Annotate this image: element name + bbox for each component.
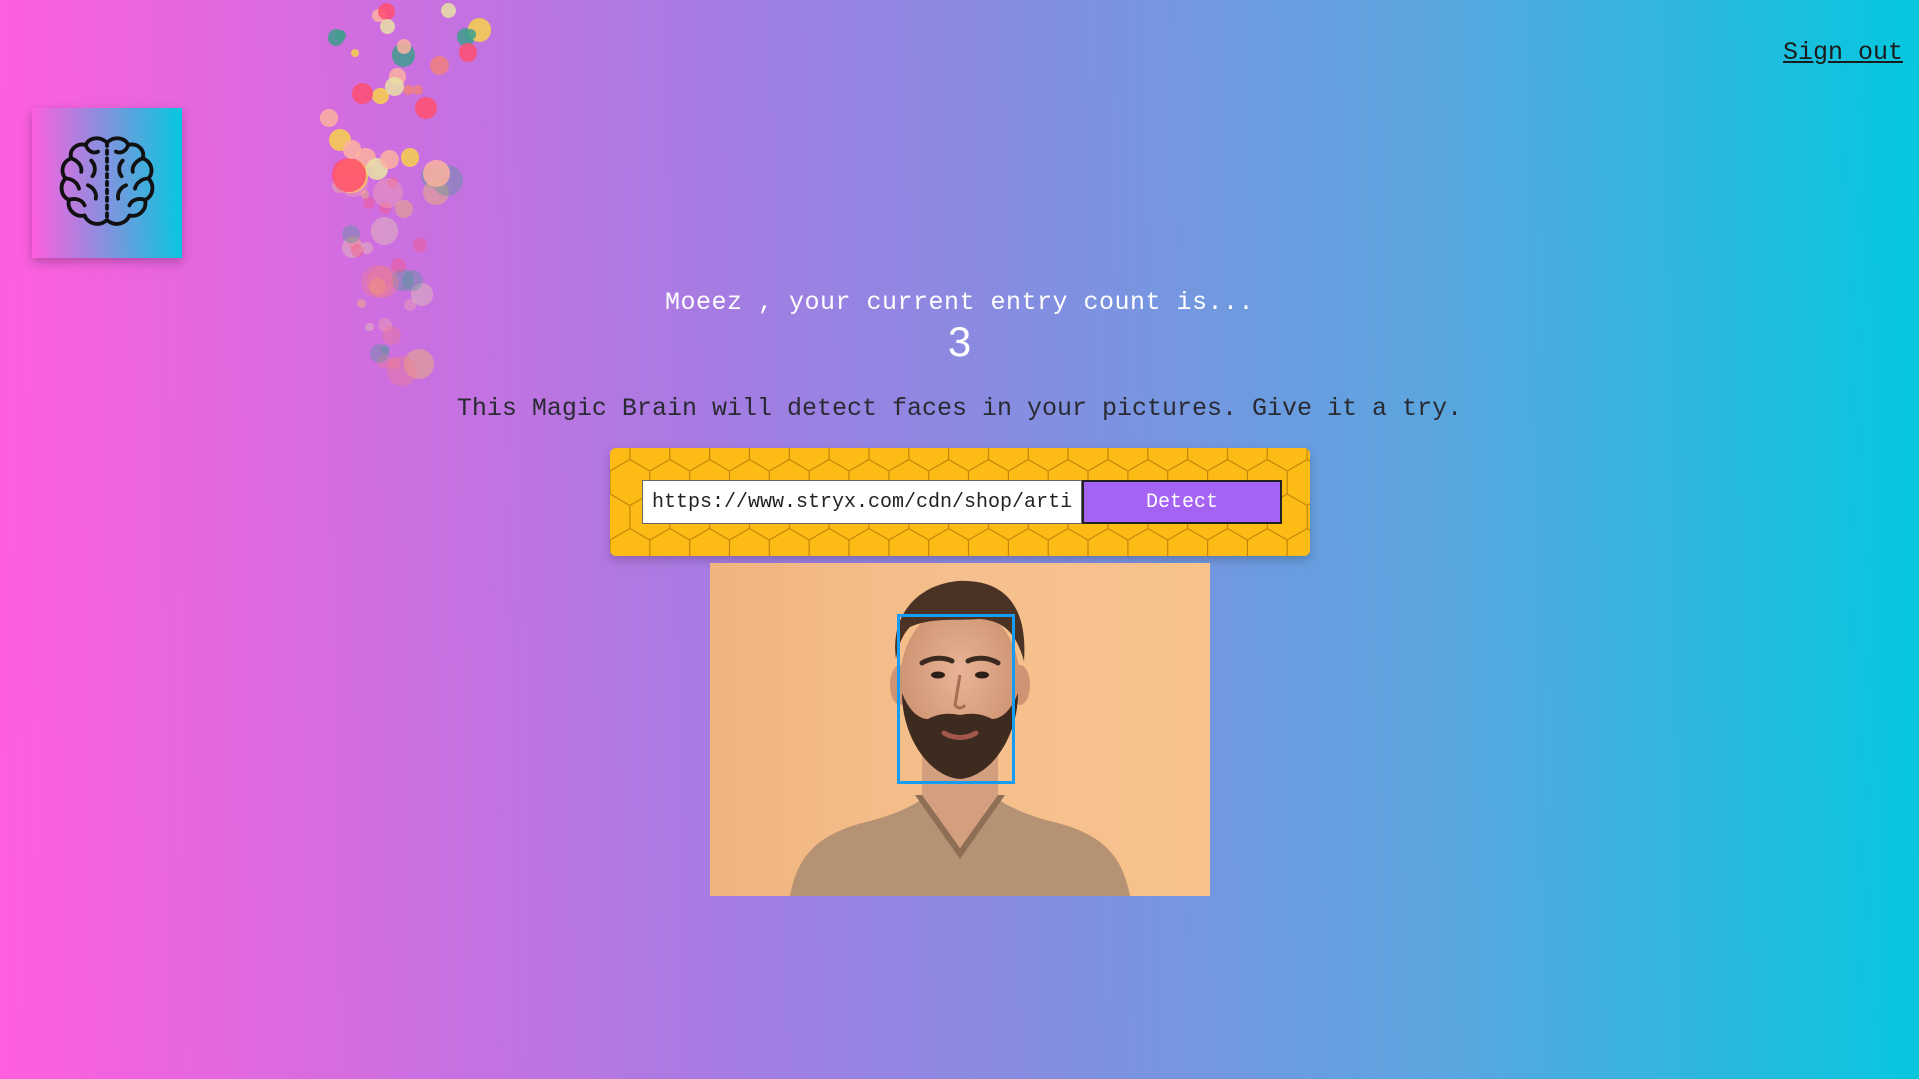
particle-dot [342,140,362,159]
particle-dot [377,2,396,20]
particle-dot [379,149,399,169]
particle-dot [429,55,449,75]
particle-dot [412,85,423,96]
brain-icon [59,136,155,226]
image-link-form: Detect [610,448,1310,556]
particle-dot [360,189,370,199]
particle-dot [362,196,375,209]
detect-button[interactable]: Detect [1082,480,1282,524]
particle-dot [400,148,420,167]
particle-dot [385,77,405,97]
particle-dot [440,3,456,19]
face-bounding-box [897,614,1015,784]
entry-count-value: 3 [947,318,972,365]
particle-dot [370,217,399,245]
image-url-input[interactable] [642,480,1082,524]
intro-text: This Magic Brain will detect faces in yo… [456,394,1463,423]
particle-dot [395,199,414,218]
particle-dot [422,159,450,187]
input-image [710,563,1210,896]
particle-dot [412,237,427,252]
particle-dot [352,82,374,104]
particle-dot [414,97,437,120]
entry-count-message: Moeez , your current entry count is... [664,288,1255,317]
particle-dot [332,158,366,192]
particle-dot [379,18,396,35]
particle-dot [334,29,346,41]
form-row: Detect [642,480,1282,524]
particle-dot [351,49,360,58]
sign-out-link[interactable]: Sign out [1783,38,1903,67]
particle-dot [351,243,365,257]
particle-dot [320,109,338,128]
particle-dot [458,43,478,62]
particle-dot [396,39,412,54]
logo-tile [32,108,182,258]
